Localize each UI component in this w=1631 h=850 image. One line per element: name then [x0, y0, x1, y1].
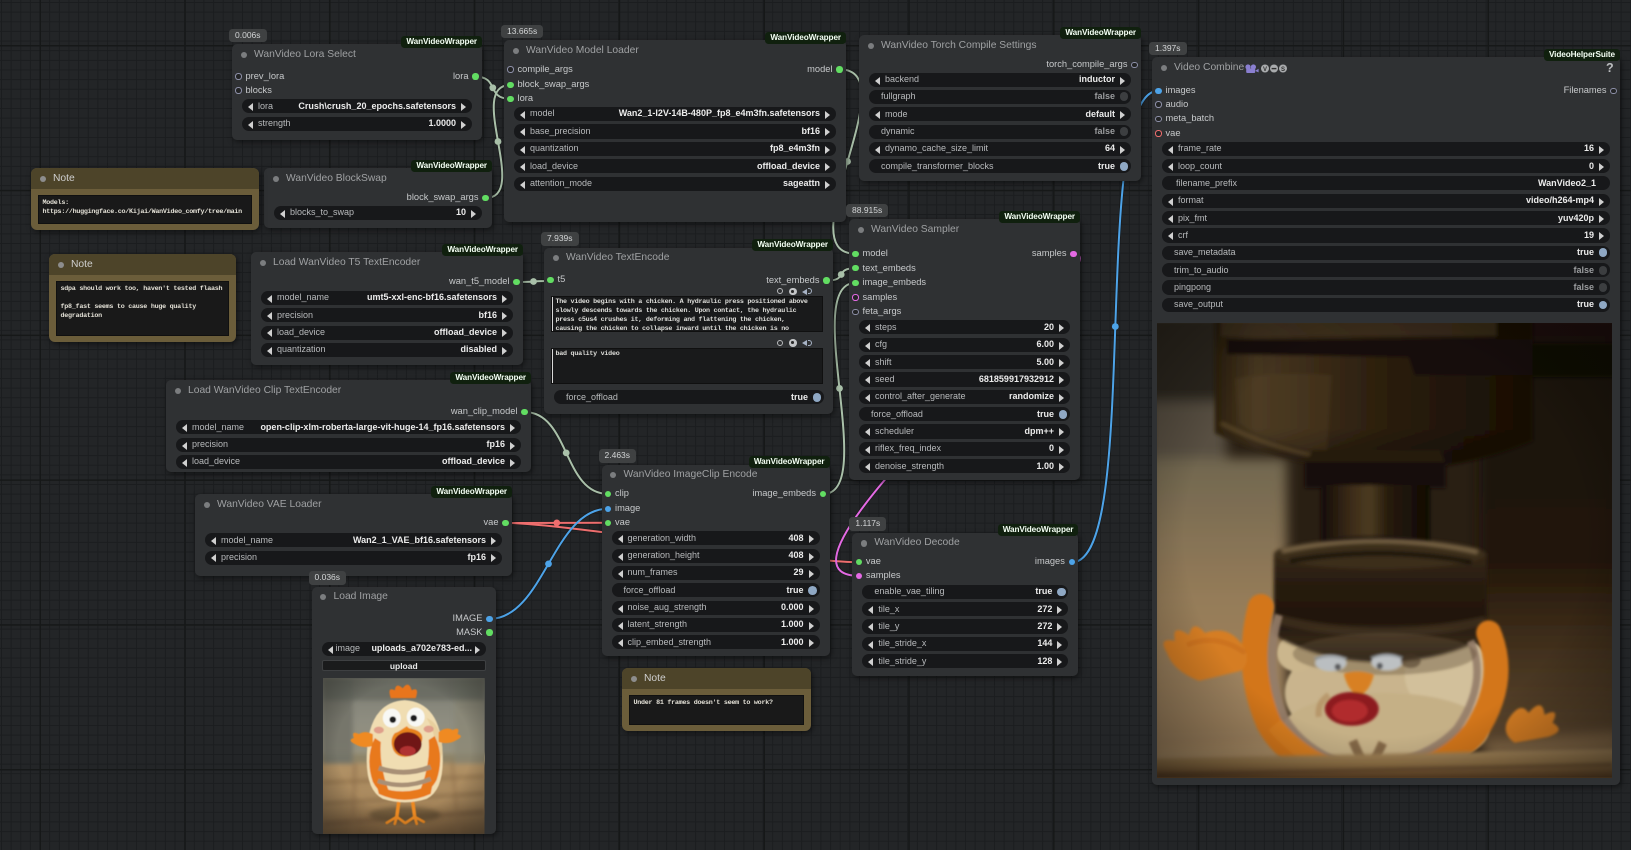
svg-text:V: V	[1263, 67, 1267, 73]
svg-text:S: S	[1281, 67, 1285, 73]
